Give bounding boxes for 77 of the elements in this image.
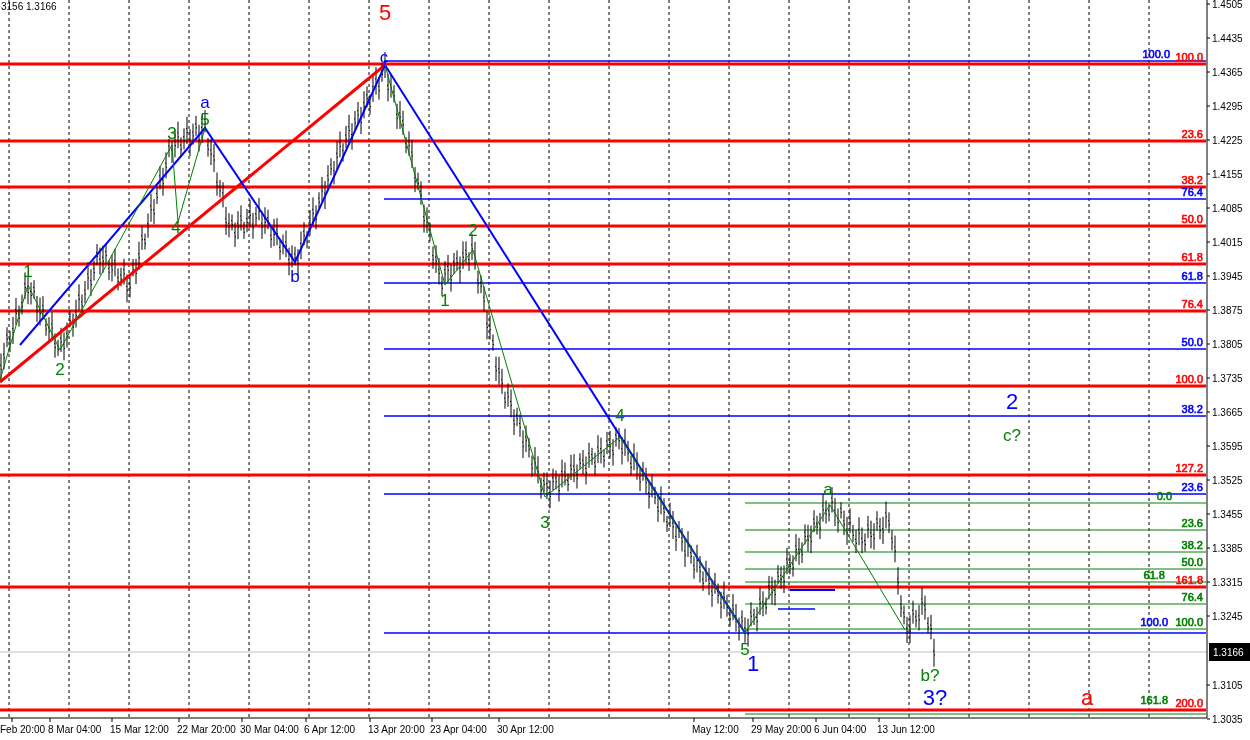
time-axis-label: 8 Mar 04:00	[48, 724, 102, 735]
price-axis-label: 1.3735	[1212, 373, 1243, 384]
time-axis-label: 13 Apr 20:00	[368, 724, 425, 735]
wave-label: 5	[378, 0, 392, 25]
wave-label: c?	[1003, 426, 1021, 445]
wave-label: 1	[440, 291, 450, 310]
time-axis-label: 29 May 20:00	[751, 724, 812, 735]
fib-level-label: 38.2	[1181, 174, 1203, 186]
fib-level-label: 23.6	[1181, 517, 1203, 529]
price-axis-label: 1.4365	[1212, 67, 1243, 78]
wave-label: c	[379, 48, 389, 67]
price-axis-label: 1.3665	[1212, 407, 1243, 418]
fib-level-label: 100.0	[1175, 373, 1203, 385]
price-axis-label: 1.3805	[1212, 339, 1243, 350]
wave-label: 5	[200, 110, 210, 129]
fib-level-label: 100.0	[1142, 48, 1170, 60]
wave-label: 2	[55, 360, 65, 379]
fib-level-label: 100.0	[1140, 616, 1168, 628]
fib-level-label: 50.0	[1181, 213, 1203, 225]
time-axis-label: 6 Apr 12:00	[304, 724, 356, 735]
fib-level-label: 161.8	[1140, 694, 1168, 706]
price-axis-label: 1.3245	[1212, 611, 1243, 622]
price-axis-label: 1.3875	[1212, 305, 1243, 316]
price-header: 3156 1.3166	[1, 1, 57, 12]
time-axis-label: Feb 20:00	[0, 724, 46, 735]
price-axis-label: 1.3595	[1212, 441, 1243, 452]
fib-level-label: 50.0	[1181, 336, 1203, 348]
wave-label: 1	[23, 262, 33, 281]
time-axis-label: 30 Apr 12:00	[497, 724, 554, 735]
fib-level-label: 61.8	[1143, 569, 1165, 581]
time-axis-label: 13 Jun 12:00	[877, 724, 935, 735]
fib-level-label: 76.4	[1181, 298, 1203, 310]
fib-level-label: 38.2	[1181, 539, 1203, 551]
fib-level-label: 100.0	[1175, 616, 1203, 628]
time-axis-label: 30 Mar 04:00	[240, 724, 299, 735]
fib-level-label: 127.2	[1175, 462, 1203, 474]
price-axis-label: 1.4435	[1212, 33, 1243, 44]
time-axis-label: May 12:00	[692, 724, 739, 735]
price-axis-label: 1.4295	[1212, 101, 1243, 112]
fib-level-label: 76.4	[1181, 186, 1203, 198]
wave-label: 3	[540, 513, 550, 532]
price-axis-label: 1.4085	[1212, 203, 1243, 214]
price-axis-label: 1.3385	[1212, 543, 1243, 554]
wave-label: b	[290, 267, 300, 286]
price-axis-label: 1.3945	[1212, 271, 1243, 282]
wave-label: a	[200, 93, 210, 112]
time-axis-label: 15 Mar 12:00	[110, 724, 169, 735]
fib-level-label: 23.6	[1181, 128, 1203, 140]
price-axis-label: 1.4505	[1212, 0, 1243, 10]
price-axis-label: 1.3315	[1212, 577, 1243, 588]
wave-label: 5	[740, 640, 750, 659]
fib-level-label: 61.8	[1181, 270, 1203, 282]
fib-level-label: 23.6	[1181, 481, 1203, 493]
time-axis-label: 22 Mar 20:00	[177, 724, 236, 735]
time-axis-label: 6 Jun 04:00	[814, 724, 867, 735]
fib-level-label: 38.2	[1181, 403, 1203, 415]
price-axis-label: 1.4015	[1212, 237, 1243, 248]
wave-label: a	[1080, 685, 1094, 710]
price-axis-label: 1.3525	[1212, 475, 1243, 486]
price-axis-label: 1.4155	[1212, 169, 1243, 180]
price-axis-label: 1.3035	[1212, 714, 1243, 725]
fib-level-label: 200.0	[1175, 697, 1203, 709]
price-axis-label: 1.4225	[1212, 135, 1243, 146]
wave-label: 2	[468, 221, 478, 240]
wave-label: 3	[167, 124, 177, 143]
fib-level-label: 76.4	[1181, 591, 1203, 603]
wave-label: b?	[920, 666, 940, 685]
fib-level-label: 50.0	[1181, 556, 1203, 568]
wave-label: 3?	[922, 685, 948, 710]
fib-level-label: 61.8	[1181, 251, 1203, 263]
fib-level-label: 100.0	[1175, 51, 1203, 63]
fib-level-label: 161.8	[1175, 574, 1203, 586]
wave-label: 2	[1005, 389, 1019, 414]
price-axis-label: 1.3105	[1212, 680, 1243, 691]
time-axis-label: 23 Apr 04:00	[430, 724, 487, 735]
price-axis-label: 1.3455	[1212, 509, 1243, 520]
current-price-label: 1.3166	[1213, 647, 1244, 658]
